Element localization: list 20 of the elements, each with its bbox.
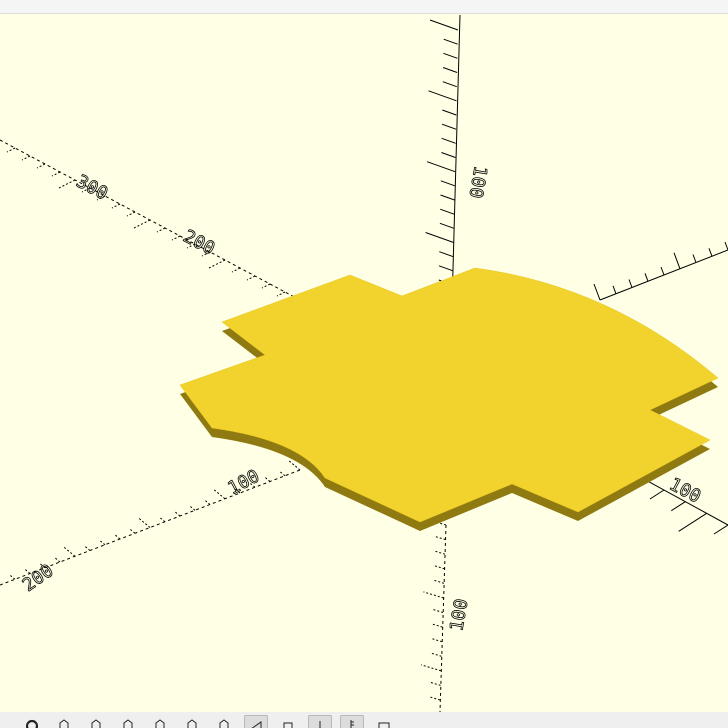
axis-label: 100 (464, 164, 491, 200)
axes-button[interactable] (308, 715, 332, 728)
axis-label: 300 (72, 170, 112, 205)
scale-button[interactable] (340, 715, 364, 728)
view-icon (91, 719, 101, 728)
view-icon (155, 719, 165, 728)
perspective-button[interactable] (244, 715, 268, 728)
axis-label: 200 (180, 226, 218, 260)
axis-label: 100 (666, 474, 704, 508)
axes-icon (319, 719, 321, 728)
axis-label: 100 (446, 597, 473, 633)
scale-icon (350, 719, 354, 728)
view-icon (219, 719, 229, 728)
perspective-icon (250, 719, 262, 728)
view-icon (187, 719, 197, 728)
view-icon (59, 719, 69, 728)
view-icon (123, 719, 133, 728)
reset-icon (26, 719, 38, 728)
axis-label: 100 (224, 466, 264, 500)
axis-label: 200 (18, 560, 58, 596)
